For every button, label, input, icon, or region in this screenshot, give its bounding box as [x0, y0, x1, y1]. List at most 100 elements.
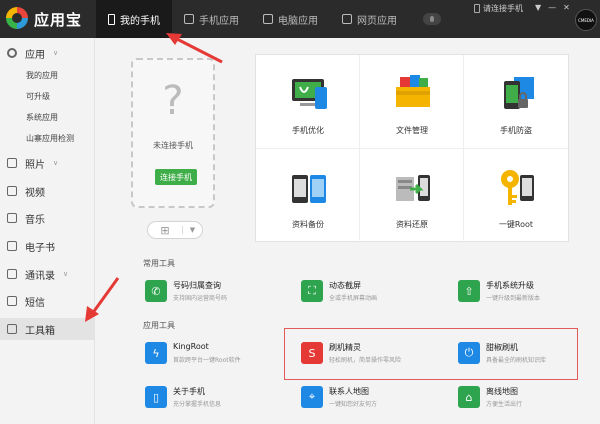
pepper-icon: ⏻ [458, 342, 480, 364]
tool-desc: 具备最全的刷机知识库 [486, 357, 547, 364]
tool-title: 离线地图 [486, 387, 518, 396]
tab-phone-apps[interactable]: 手机应用 [172, 0, 251, 38]
window-controls: ▼ — ✕ [535, 3, 570, 12]
feature-label: 手机优化 [292, 126, 324, 135]
tool-desc: 首款跨平台一键Root软件 [173, 357, 241, 364]
sidebar-sub-upgradable[interactable]: 可升级 [26, 91, 50, 102]
small-phone-icon [474, 4, 480, 13]
feature-label: 一键Root [498, 220, 534, 229]
tool-title: 手机系统升级 [486, 281, 534, 290]
section-common-tools: 常用工具 [143, 259, 175, 268]
main-tabs: 我的手机 手机应用 电脑应用 网页应用 [96, 0, 441, 38]
sidebar-sub-system-apps[interactable]: 系统应用 [26, 112, 58, 123]
sidebar-item-music[interactable]: 音乐 [0, 207, 95, 229]
contacts-icon [7, 269, 17, 279]
sidebar-item-label: 通讯录 [25, 270, 55, 282]
offline-map-icon: ⌂ [458, 386, 480, 408]
feature-backup[interactable]: 资料备份 [256, 149, 360, 243]
tab-label: 我的手机 [120, 15, 160, 27]
top-bar: 应用宝 我的手机 手机应用 电脑应用 网页应用 请连接手机 ▼ — ✕ CMED… [0, 0, 600, 38]
music-icon [7, 213, 17, 223]
tool-desc: 充分掌握手机信息 [173, 401, 222, 408]
backup-icon [292, 175, 326, 203]
phone-card: ? 未连接手机 连接手机 [131, 58, 215, 208]
sidebar-item-toolbox[interactable]: 工具箱 [0, 318, 95, 340]
voice-search-icon[interactable] [423, 13, 441, 25]
sidebar-item-contacts[interactable]: 通讯录 ∨ [0, 263, 95, 285]
tool-title: 联系人地图 [329, 387, 369, 396]
optimize-icon [292, 79, 327, 109]
photo-icon [7, 158, 17, 168]
highlight-box [284, 328, 578, 380]
tool-desc: 支持国内运营商号码 [173, 295, 228, 302]
sidebar-item-label: 工具箱 [25, 325, 55, 337]
feature-restore[interactable]: 资料还原 [360, 149, 464, 243]
minimize-icon[interactable]: — [548, 3, 556, 12]
lightning-icon: ϟ [145, 342, 167, 364]
screenshot-icon: ⛶ [301, 280, 323, 302]
tool-title: KingRoot [173, 342, 209, 351]
sidebar-item-apps[interactable]: 应用 ∨ [0, 42, 95, 64]
tool-desc: 轻松刷机，简单操作零风险 [329, 357, 402, 364]
tab-pc-apps[interactable]: 电脑应用 [251, 0, 330, 38]
monitor-icon [263, 14, 273, 24]
feature-label: 手机防盗 [500, 126, 532, 135]
browser-icon [342, 14, 352, 24]
avatar-text: CMEDIA [578, 17, 594, 23]
app-logo: 应用宝 [6, 6, 94, 32]
tool-desc: 一键知您好友何方 [329, 401, 378, 408]
avatar[interactable]: CMEDIA [575, 9, 597, 31]
sidebar-item-label: 照片 [25, 159, 45, 171]
connect-phone-button[interactable]: 连接手机 [155, 169, 197, 185]
feature-label: 资料还原 [396, 220, 428, 229]
feature-file-manager[interactable]: 文件管理 [360, 55, 464, 149]
tool-title: 动态截屏 [329, 281, 361, 290]
flash-sprite-icon: S [301, 342, 323, 364]
tab-label: 网页应用 [357, 15, 397, 27]
feature-one-click-root[interactable]: 一键Root [464, 149, 568, 243]
apps-icon [7, 48, 17, 58]
tab-label: 电脑应用 [278, 15, 318, 27]
folder-icon [396, 75, 430, 107]
connect-phone-link[interactable]: 请连接手机 [474, 3, 523, 14]
add-device-icon: ⊞ [160, 223, 170, 237]
tool-title: 号码归属查询 [173, 281, 221, 290]
sms-icon [7, 296, 17, 306]
chevron-down-icon: ∨ [53, 49, 59, 57]
about-phone-icon: ▯ [145, 386, 167, 408]
app-name: 应用宝 [34, 11, 83, 29]
sidebar-item-photos[interactable]: 照片 ∨ [0, 152, 95, 174]
chevron-down-icon: ∨ [53, 159, 59, 167]
sidebar-item-label: 音乐 [25, 214, 45, 226]
tool-desc: 方便生活出行 [486, 401, 523, 408]
tab-web-apps[interactable]: 网页应用 [330, 0, 409, 38]
tool-title: 关于手机 [173, 387, 205, 396]
upgrade-icon: ⇧ [458, 280, 480, 302]
sidebar-sub-my-apps[interactable]: 我的应用 [26, 70, 58, 81]
section-app-tools: 应用工具 [143, 321, 175, 330]
chevron-down-icon[interactable]: ▼ [182, 226, 202, 234]
feature-optimize[interactable]: 手机优化 [256, 55, 360, 149]
chevron-down-icon: ∨ [63, 270, 69, 278]
sidebar-item-label: 视频 [25, 187, 45, 199]
close-icon[interactable]: ✕ [563, 3, 570, 12]
tab-label: 手机应用 [199, 15, 239, 27]
logo-icon [6, 7, 28, 29]
sidebar-item-videos[interactable]: 视频 [0, 180, 95, 202]
image-icon [184, 14, 194, 24]
sidebar-item-ebooks[interactable]: 电子书 [0, 235, 95, 257]
tab-my-phone[interactable]: 我的手机 [96, 0, 172, 38]
phone-status: 未连接手机 [153, 141, 193, 150]
connect-label: 请连接手机 [483, 4, 523, 13]
feature-antitheft[interactable]: 手机防盗 [464, 55, 568, 149]
sidebar-item-label: 应用 [25, 49, 45, 61]
menu-icon[interactable]: ▼ [535, 3, 541, 12]
sidebar-item-label: 电子书 [25, 242, 55, 254]
tool-desc: 全或手机屏幕动画 [329, 295, 378, 302]
question-icon: ? [162, 78, 184, 124]
add-device-button[interactable]: ⊞ ▼ [147, 221, 203, 239]
sidebar-item-sms[interactable]: 短信 [0, 290, 95, 312]
phone-lookup-icon: ✆ [145, 280, 167, 302]
restore-icon [396, 175, 430, 201]
sidebar-sub-fake-app-check[interactable]: 山寨应用检测 [26, 133, 74, 144]
